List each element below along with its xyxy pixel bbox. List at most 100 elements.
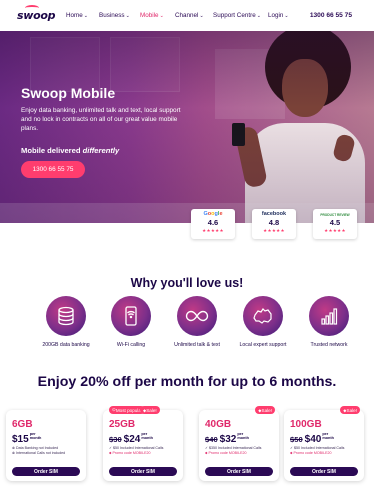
hero-description: Enjoy data banking, unlimited talk and t… [21, 107, 181, 132]
star-rating-icon: ★★★★★ [324, 228, 346, 233]
plan-feature-text: $50 Included International Calls [113, 446, 164, 450]
chevron-down-icon: ⌄ [83, 13, 88, 19]
plan-feature-text: International Calls not included [16, 450, 66, 455]
plan-data: 6GB [12, 419, 33, 430]
review-google[interactable]: Google 4.6 ★★★★★ [191, 209, 235, 239]
plan-old-price: $50 [290, 435, 303, 444]
nav-login[interactable]: Login⌄ [268, 12, 289, 19]
nav-business[interactable]: Business⌄ [99, 12, 130, 19]
nav-phone[interactable]: 1300 66 55 75 [310, 12, 352, 19]
chevron-down-icon: ⌄ [256, 13, 261, 19]
nav-home[interactable]: Home⌄ [66, 12, 88, 19]
plan-price: $40 $32per month [205, 432, 251, 445]
nav-support[interactable]: Support Centre⌄ [213, 12, 261, 19]
hero-call-button[interactable]: 1300 66 55 75 [21, 161, 85, 178]
wifi-phone-icon [111, 296, 151, 336]
plan-feature-text: Data Banking not Included [16, 446, 59, 450]
plan-card-100gb: ⬥ Sale! 100GB $50 $40per month ✓ $50 Incl… [284, 406, 364, 481]
order-sim-button[interactable]: Order SIM [205, 467, 273, 476]
nav-mobile-label: Mobile [140, 12, 159, 19]
plan-feature-text: $350 Included International Calls [209, 446, 262, 450]
plan-promo-code: ⬥ Promo code MOBILE20 [109, 450, 151, 455]
logo[interactable]: swoop [17, 9, 56, 22]
nav-channel[interactable]: Channel⌄ [175, 12, 204, 19]
star-rating-icon: ★★★★★ [263, 228, 285, 233]
plan-promo-code-text: Promo code MOBILE20 [293, 450, 332, 455]
review-facebook[interactable]: facebook 4.8 ★★★★★ [252, 209, 296, 239]
most-popular-label: Most popular [115, 407, 143, 413]
plan-card-6gb: 6GB $15per month ⊗ Data Banking not Incl… [6, 410, 86, 481]
hero-title: Swoop Mobile [21, 85, 116, 101]
plan-card-40gb: ⬥ Sale! 40GB $40 $32per month ✓ $350 Incl… [199, 406, 279, 481]
plan-feature: ⊗ International Calls not included [12, 450, 66, 455]
nav-mobile[interactable]: Mobile⌄ [140, 12, 164, 19]
feature-local-support: Local expert support [228, 296, 298, 348]
plan-data: 25GB [109, 419, 136, 430]
plan-price: $30 $24per month [109, 432, 155, 445]
plan-price-value: $32 [219, 434, 237, 445]
feature-wifi-calling: Wi-Fi calling [96, 296, 166, 348]
sale-label: Sale! [346, 407, 357, 413]
feature-data-banking: 200GB data banking [31, 296, 101, 348]
review-productreview[interactable]: PRODUCT REVIEW 4.5 ★★★★★ [313, 209, 357, 239]
order-sim-button[interactable]: Order SIM [290, 467, 358, 476]
plan-per: per month [237, 432, 249, 440]
hero-subtitle: Mobile delivered differently [21, 146, 119, 155]
review-rating: 4.6 [207, 218, 219, 227]
plan-price-value: $15 [12, 434, 29, 445]
chevron-down-icon: ⌄ [199, 13, 204, 19]
infinity-icon [177, 296, 217, 336]
plan-promo-code-text: Promo code MOBILE20 [208, 450, 247, 455]
australia-map-icon [243, 296, 283, 336]
nav-home-label: Home [66, 12, 83, 19]
plan-per: per month [29, 432, 42, 440]
plan-promo-code: ⬥ Promo code MOBILE20 [205, 450, 247, 455]
productreview-logo-icon: PRODUCT REVIEW [320, 213, 350, 217]
plan-data: 40GB [205, 419, 232, 430]
order-sim-button[interactable]: Order SIM [109, 467, 177, 476]
feature-label: Trusted network [310, 342, 348, 348]
hero-subtitle-emphasis: differently [82, 146, 120, 155]
facebook-logo-icon: facebook [261, 211, 287, 217]
plan-price-value: $40 [304, 434, 322, 445]
plan-old-price: $40 [205, 435, 218, 444]
plan-per: per month [322, 432, 334, 440]
feature-trusted-network: Trusted network [294, 296, 364, 348]
review-rating: 4.8 [268, 218, 280, 227]
sale-badge: ⬥ Sale! [340, 406, 360, 414]
chevron-down-icon: ⌄ [125, 13, 130, 19]
review-rating: 4.5 [329, 218, 341, 227]
plan-price-value: $24 [123, 434, 141, 445]
plan-data: 100GB [290, 419, 322, 430]
nav-channel-label: Channel [175, 12, 199, 19]
plan-per: per month [141, 432, 153, 440]
feature-label: Wi-Fi calling [116, 342, 146, 348]
plan-features: ✓ $350 Included International Calls ⬥ Pr… [205, 446, 275, 455]
plan-card-25gb: ⊙ Most popular ⬥ Sale! 25GB $30 $24per mo… [103, 406, 183, 481]
plan-feature-text: $50 Included International Calls [294, 446, 345, 450]
database-icon [46, 296, 86, 336]
google-logo-icon: Google [203, 211, 223, 217]
sale-badge: ⬥ Sale! [255, 406, 275, 414]
chevron-down-icon: ⌄ [159, 13, 164, 19]
order-sim-button[interactable]: Order SIM [12, 467, 80, 476]
plan-features: ⊗ Data Banking not Included ⊗ Internatio… [12, 446, 82, 455]
top-nav: swoop Home⌄ Business⌄ Mobile⌄ Channel⌄ S… [0, 0, 374, 31]
why-title: Why you'll love us! [130, 276, 244, 290]
sale-badge: ⬥ Sale! [140, 406, 160, 414]
sale-label: Sale! [261, 407, 272, 413]
plan-features: ✓ $50 Included International Calls ⬥ Pro… [290, 446, 360, 455]
promo-heading: Enjoy 20% off per month for up to 6 mont… [37, 374, 337, 390]
plan-promo-code-text: Promo code MOBILE20 [112, 450, 151, 455]
plan-promo-code: ⬥ Promo code MOBILE20 [290, 450, 332, 455]
plan-old-price: $30 [109, 435, 122, 444]
nav-support-label: Support Centre [213, 12, 256, 19]
chevron-down-icon: ⌄ [284, 13, 289, 19]
feature-label: Local expert support [239, 342, 287, 348]
plan-price: $50 $40per month [290, 432, 336, 445]
plan-features: ✓ $50 Included International Calls ⬥ Pro… [109, 446, 179, 455]
feature-label: Unlimited talk & text [174, 342, 220, 348]
nav-login-label: Login [268, 12, 284, 19]
hero-subtitle-lead: Mobile delivered [21, 146, 81, 155]
plan-price: $15per month [12, 432, 44, 445]
